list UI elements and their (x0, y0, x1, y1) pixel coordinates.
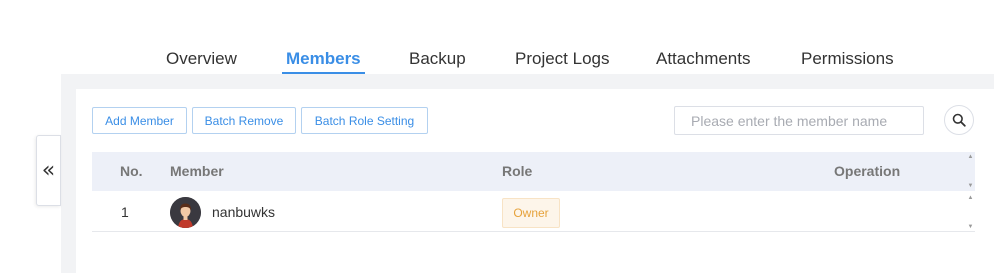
row-scrollbar[interactable]: ▲ ▼ (966, 195, 975, 230)
tab-project-logs[interactable]: Project Logs (515, 46, 610, 72)
role-badge: Owner (502, 198, 560, 228)
tab-overview[interactable]: Overview (166, 46, 237, 72)
tab-backup[interactable]: Backup (409, 46, 466, 72)
table-row[interactable]: 1 nanbuwks Owner (92, 192, 975, 232)
batch-role-setting-button[interactable]: Batch Role Setting (301, 107, 428, 134)
column-header-no: No. (120, 163, 143, 179)
search-icon (952, 113, 966, 127)
tab-permissions[interactable]: Permissions (801, 46, 894, 72)
table-header: No. Member Role Operation (92, 152, 975, 191)
scroll-down-icon: ▼ (967, 224, 974, 230)
column-header-role: Role (502, 163, 533, 179)
scroll-up-icon: ▲ (967, 195, 974, 201)
user-avatar-icon (170, 197, 201, 228)
scroll-down-icon: ▼ (967, 183, 974, 189)
member-name[interactable]: nanbuwks (212, 192, 275, 232)
tab-bar: Overview Members Backup Project Logs Att… (0, 46, 994, 74)
row-number: 1 (121, 204, 129, 220)
tab-attachments[interactable]: Attachments (656, 46, 751, 72)
search-button[interactable] (944, 105, 974, 135)
tab-members[interactable]: Members (282, 46, 365, 74)
batch-remove-button[interactable]: Batch Remove (192, 107, 296, 134)
member-search-input[interactable] (674, 106, 924, 135)
column-header-member: Member (170, 163, 224, 179)
header-scrollbar[interactable]: ▲ ▼ (966, 154, 975, 189)
column-header-operation: Operation (834, 163, 901, 179)
add-member-button[interactable]: Add Member (92, 107, 187, 134)
collapse-sidebar-button[interactable]: « (36, 135, 61, 206)
double-chevron-left-icon: « (41, 157, 56, 183)
scroll-up-icon: ▲ (967, 154, 974, 160)
